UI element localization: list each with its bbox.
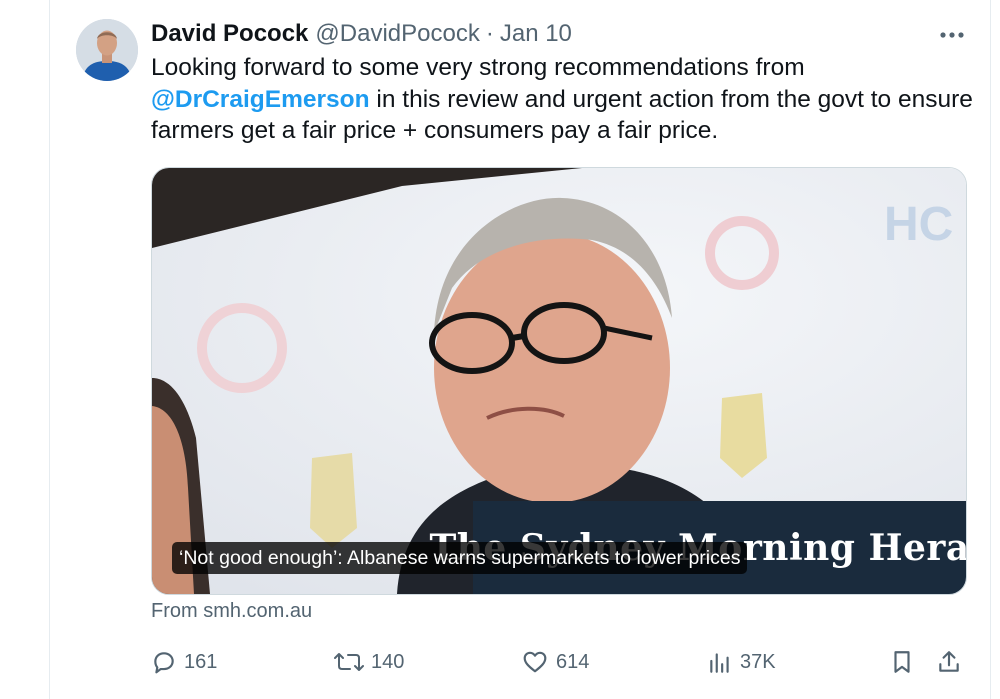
bookmark-button[interactable] <box>889 645 922 679</box>
timeline-border-right <box>990 0 991 699</box>
like-count: 614 <box>556 650 590 673</box>
views-button[interactable]: 37K <box>707 645 776 679</box>
avatar-photo <box>76 19 138 81</box>
reply-button[interactable]: 161 <box>151 645 217 679</box>
views-count: 37K <box>740 650 776 673</box>
like-icon <box>523 651 547 673</box>
author-handle[interactable]: @DavidPocock <box>315 20 479 48</box>
separator-dot: · <box>485 20 494 47</box>
avatar[interactable] <box>76 19 138 81</box>
reply-icon <box>154 652 174 674</box>
share-button[interactable] <box>936 645 969 679</box>
mention-link[interactable]: @DrCraigEmerson <box>151 86 370 113</box>
more-options-button[interactable] <box>930 19 974 51</box>
background-logo-text: HC <box>884 198 953 251</box>
reply-count: 161 <box>184 650 218 673</box>
tweet[interactable]: David Pocock @DavidPocock · Jan 10 Looki… <box>0 0 1000 699</box>
tweet-text-before: Looking forward to some very strong reco… <box>151 54 805 81</box>
tweet-header: David Pocock @DavidPocock · Jan 10 <box>151 17 572 51</box>
link-card[interactable]: HC The Sydney Morning Herald ‘Not good e… <box>151 167 967 595</box>
share-icon <box>939 651 959 672</box>
bookmark-icon <box>894 651 910 673</box>
repost-count: 140 <box>371 650 405 673</box>
tweet-date[interactable]: Jan 10 <box>500 20 572 48</box>
views-icon <box>710 653 729 673</box>
like-button[interactable]: 614 <box>521 645 589 679</box>
timeline-border-left <box>49 0 50 699</box>
repost-button[interactable]: 140 <box>334 645 404 679</box>
action-bar: 161 140 614 37K <box>151 645 981 679</box>
card-headline: ‘Not good enough’: Albanese warns superm… <box>172 542 748 574</box>
author-name[interactable]: David Pocock <box>151 20 308 48</box>
card-source[interactable]: From smh.com.au <box>151 600 312 623</box>
tweet-text: Looking forward to some very strong reco… <box>151 52 981 147</box>
repost-icon <box>334 653 364 671</box>
more-icon <box>940 32 964 38</box>
